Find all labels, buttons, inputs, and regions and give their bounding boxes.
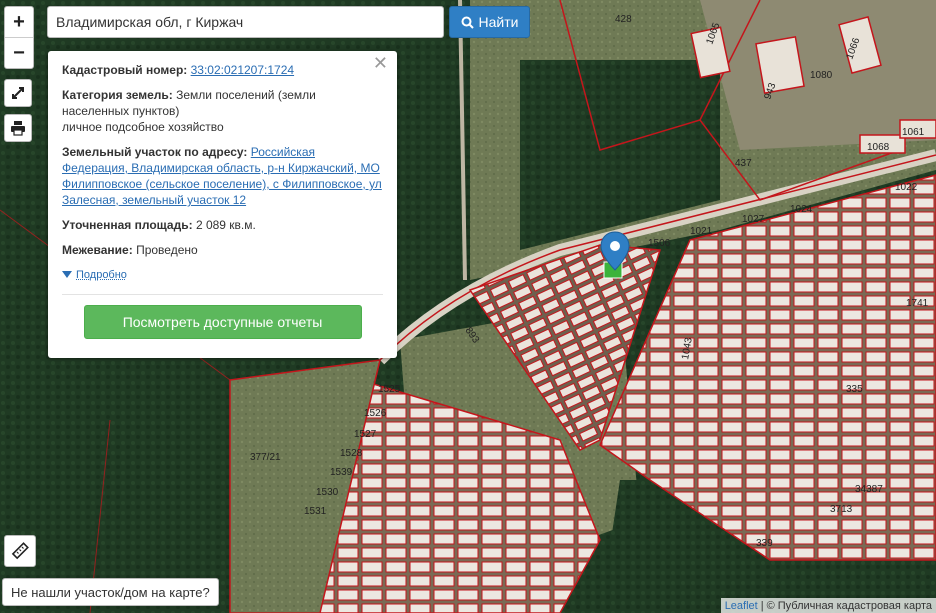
parcel-label: 335 xyxy=(846,384,863,395)
address-label: Земельный участок по адресу: xyxy=(62,145,248,159)
search-button[interactable]: Найти xyxy=(449,6,530,38)
parcel-label: 1080 xyxy=(810,70,833,81)
zoom-out-button[interactable]: − xyxy=(5,37,33,68)
print-button[interactable] xyxy=(4,114,32,142)
search-input[interactable]: Владимирская обл, г Киржач xyxy=(47,6,444,38)
parcel-label: 1530 xyxy=(316,487,339,498)
parcel-label: 1024 xyxy=(790,204,813,215)
parcel-label: 1527 xyxy=(354,429,377,440)
search-icon xyxy=(461,16,474,29)
details-link[interactable]: Подробно xyxy=(76,267,127,283)
zoom-control: + − xyxy=(4,6,34,69)
parcel-label: 1525 xyxy=(378,384,401,395)
area-row: Уточненная площадь: 2 089 кв.м. xyxy=(62,217,383,233)
parcel-info-popup: ✕ Кадастровый номер: 33:02:021207:1724 К… xyxy=(48,51,397,358)
parcel-label: 1539 xyxy=(330,467,353,478)
survey-value: Проведено xyxy=(136,243,198,257)
parcel-label: 1506 xyxy=(648,238,671,249)
land-category-label: Категория земель: xyxy=(62,88,173,102)
divider xyxy=(62,294,383,295)
parcel-label: 1068 xyxy=(867,142,890,153)
parcel-label: 1741 xyxy=(906,298,929,309)
parcel-label: 339 xyxy=(756,538,773,549)
attribution-separator: | xyxy=(760,599,764,612)
close-icon[interactable]: ✕ xyxy=(373,54,388,72)
parcel-label: 1526 xyxy=(364,408,387,419)
cadastral-number-link[interactable]: 33:02:021207:1724 xyxy=(191,63,294,77)
parcel-label: 1022 xyxy=(895,182,918,193)
expand-icon xyxy=(12,87,24,99)
land-category-row: Категория земель: Земли поселений (земли… xyxy=(62,87,383,135)
parcel-label: 437 xyxy=(735,158,752,169)
print-icon xyxy=(11,121,25,136)
map-attribution: Leaflet | © Публичная кадастровая карта xyxy=(720,598,936,613)
attribution-copyright: © Публичная кадастровая карта xyxy=(766,599,932,612)
address-row: Земельный участок по адресу: Российская … xyxy=(62,144,383,208)
parcel-label: 3713 xyxy=(830,504,853,515)
not-found-button[interactable]: Не нашли участок/дом на карте? xyxy=(2,578,219,606)
details-toggle[interactable]: Подробно xyxy=(62,267,383,283)
parcel-label: 1027 xyxy=(742,214,765,225)
survey-row: Межевание: Проведено xyxy=(62,242,383,258)
area-label: Уточненная площадь: xyxy=(62,218,193,232)
parcel-label: 34387 xyxy=(855,484,883,495)
leaflet-link[interactable]: Leaflet xyxy=(725,600,758,612)
parcel-label: 377/21 xyxy=(250,452,281,463)
view-reports-button[interactable]: Посмотреть доступные отчеты xyxy=(83,305,362,339)
zoom-in-button[interactable]: + xyxy=(5,7,33,37)
parcel-label: 1061 xyxy=(902,127,925,138)
land-use-value: личное подсобное хозяйство xyxy=(62,120,224,134)
parcel-label: 428 xyxy=(615,14,632,25)
ruler-button[interactable] xyxy=(4,535,36,567)
fullscreen-button[interactable] xyxy=(4,79,32,107)
parcel-label: 1531 xyxy=(304,506,327,517)
parcel-label: 1528 xyxy=(340,448,363,459)
area-value: 2 089 кв.м. xyxy=(195,218,256,232)
cadastral-number-label: Кадастровый номер: xyxy=(62,63,188,77)
survey-label: Межевание: xyxy=(62,243,133,257)
caret-down-icon xyxy=(62,271,72,278)
ruler-icon xyxy=(11,542,29,560)
search-button-label: Найти xyxy=(478,14,519,30)
parcel-label: 1021 xyxy=(690,226,713,237)
cadastral-number-row: Кадастровый номер: 33:02:021207:1724 xyxy=(62,62,383,78)
